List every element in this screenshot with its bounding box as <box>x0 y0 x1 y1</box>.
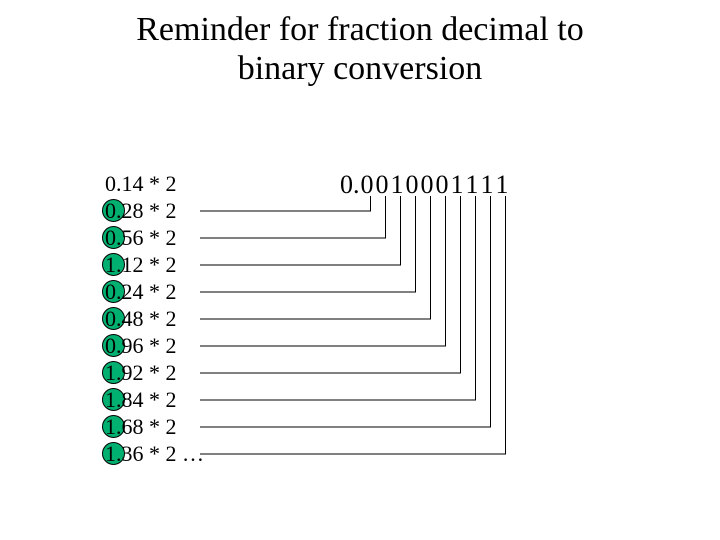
step-expression: 0.28 * 2 <box>105 198 177 223</box>
step-expression: 1.92 * 2 <box>105 360 177 385</box>
title-line-2: binary conversion <box>238 50 483 87</box>
step-row: 1.92 * 2 <box>105 359 204 386</box>
binary-digit: 1 <box>465 170 480 200</box>
slide-title: Reminder for fraction decimal to binary … <box>0 10 720 88</box>
step-row: 0.14 * 2 <box>105 170 204 197</box>
step-expression: 1.84 * 2 <box>105 387 177 412</box>
binary-digit: 1 <box>495 170 510 200</box>
binary-digit: 1 <box>480 170 495 200</box>
step-row: 1.68 * 2 <box>105 413 204 440</box>
step-row: 0.28 * 2 <box>105 197 204 224</box>
step-row: 0.56 * 2 <box>105 224 204 251</box>
binary-digit: 1 <box>390 170 405 200</box>
binary-digit: 0 <box>435 170 450 200</box>
step-expression: 1.36 * 2 … <box>105 441 204 466</box>
step-row: 0.48 * 2 <box>105 305 204 332</box>
step-expression: 0.56 * 2 <box>105 225 177 250</box>
binary-digit: 0 <box>405 170 420 200</box>
title-line-1: Reminder for fraction decimal to <box>136 11 584 48</box>
step-row: 0.96 * 2 <box>105 332 204 359</box>
binary-digit: 0 <box>420 170 435 200</box>
binary-result: 0.0010001111 <box>340 170 510 200</box>
binary-digit: 0 <box>360 170 375 200</box>
binary-prefix: 0. <box>340 170 360 199</box>
binary-digit: 0 <box>375 170 390 200</box>
slide: Reminder for fraction decimal to binary … <box>0 0 720 540</box>
step-expression: 0.48 * 2 <box>105 306 177 331</box>
step-row: 0.24 * 2 <box>105 278 204 305</box>
step-expression: 0.14 * 2 <box>105 171 177 196</box>
step-expression: 1.68 * 2 <box>105 414 177 439</box>
steps-column: 0.14 * 20.28 * 20.56 * 21.12 * 20.24 * 2… <box>105 170 204 467</box>
step-expression: 0.24 * 2 <box>105 279 177 304</box>
binary-digit: 1 <box>450 170 465 200</box>
step-expression: 1.12 * 2 <box>105 252 177 277</box>
step-row: 1.12 * 2 <box>105 251 204 278</box>
step-row: 1.36 * 2 … <box>105 440 204 467</box>
step-row: 1.84 * 2 <box>105 386 204 413</box>
step-expression: 0.96 * 2 <box>105 333 177 358</box>
